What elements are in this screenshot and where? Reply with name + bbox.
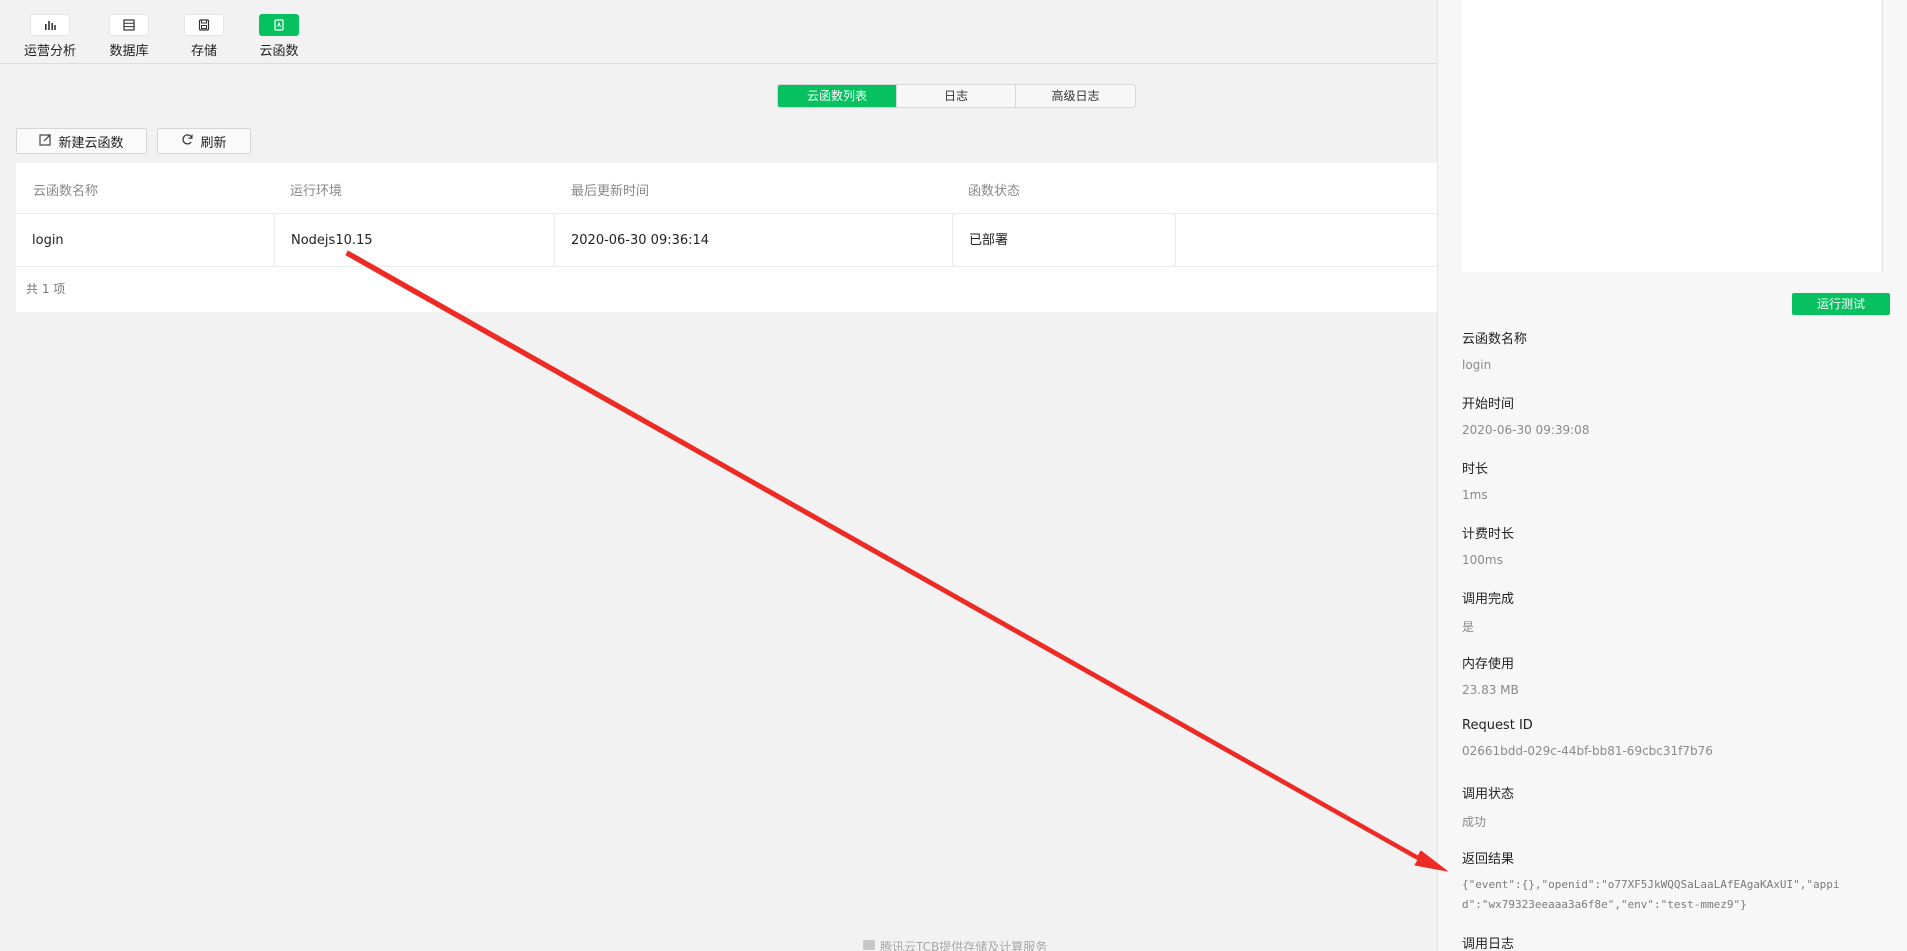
field-label: 开始时间: [1462, 397, 1515, 412]
field-value: 1ms: [1462, 488, 1488, 502]
updated-time-cell: 2020-06-30 09:36:14: [554, 214, 952, 267]
field-value: login: [1462, 358, 1492, 372]
field-label: 云函数名称: [1462, 332, 1528, 347]
toolbar-item-database[interactable]: 数据库: [96, 14, 162, 59]
view-tabs: 云函数列表 日志 高级日志: [777, 84, 1136, 108]
field-value: 2020-06-30 09:39:08: [1462, 423, 1590, 437]
table-header: 云函数名称 运行环境 最后更新时间 函数状态: [16, 163, 1437, 214]
field-value: 23.83 MB: [1462, 683, 1519, 697]
test-result-panel: 运行测试 云函数名称 login 开始时间 2020-06-30 09:39:0…: [1437, 0, 1907, 951]
field-label: 调用完成: [1462, 592, 1515, 607]
field-value: 成功: [1462, 815, 1487, 829]
result-field-completed: 调用完成 是: [1462, 588, 1514, 635]
field-label: 调用日志: [1462, 937, 1515, 951]
footer: 腾讯云TCB提供存储及计算服务: [862, 938, 1047, 951]
top-toolbar: 运营分析 数据库 存储 云函数: [0, 0, 1437, 64]
test-params-editor[interactable]: [1462, 0, 1881, 272]
function-name-cell[interactable]: login: [16, 214, 274, 267]
new-cloud-function-label: 新建云函数: [58, 135, 124, 151]
toolbar-item-analytics[interactable]: 运营分析: [17, 14, 83, 59]
refresh-icon: [181, 133, 194, 150]
field-value: 100ms: [1462, 553, 1503, 567]
column-header-name: 云函数名称: [33, 184, 99, 199]
result-field-request-id: Request ID 02661bdd-029c-44bf-bb81-69cbc…: [1462, 718, 1713, 758]
column-header-updated: 最后更新时间: [571, 184, 650, 199]
save-icon: [184, 14, 224, 36]
cloud-function-icon: [259, 14, 299, 36]
result-field-return-value: 返回结果 {"event":{},"openid":"o77XF5JkWQQSa…: [1462, 848, 1862, 915]
toolbar-item-label: 数据库: [109, 44, 149, 59]
tab-function-list[interactable]: 云函数列表: [778, 85, 897, 107]
cloud-logo-icon: [862, 939, 876, 951]
toolbar-item-label: 存储: [190, 44, 217, 59]
actions-cell: [1175, 214, 1437, 267]
bar-chart-icon: [30, 14, 70, 36]
runtime-cell: Nodejs10.15: [274, 214, 554, 267]
result-field-call-log: 调用日志: [1462, 933, 1514, 951]
field-label: Request ID: [1462, 718, 1533, 733]
status-cell: 已部署: [952, 214, 1175, 267]
footer-text: 腾讯云TCB提供存储及计算服务: [880, 940, 1048, 951]
field-label: 调用状态: [1462, 787, 1515, 802]
editor-scrollbar[interactable]: [1882, 0, 1890, 272]
field-label: 时长: [1462, 462, 1489, 477]
run-test-button[interactable]: 运行测试: [1792, 293, 1890, 315]
result-field-billed-duration: 计费时长 100ms: [1462, 523, 1514, 567]
field-value: 02661bdd-029c-44bf-bb81-69cbc31f7b76: [1462, 744, 1713, 758]
result-field-call-status: 调用状态 成功: [1462, 783, 1514, 830]
field-label: 计费时长: [1462, 527, 1515, 542]
result-field-name: 云函数名称 login: [1462, 328, 1527, 372]
refresh-label: 刷新: [200, 135, 227, 151]
table-total: 共 1 项: [26, 282, 66, 296]
column-header-runtime: 运行环境: [290, 184, 343, 199]
new-cloud-function-button[interactable]: 新建云函数: [16, 128, 147, 154]
table-row[interactable]: login Nodejs10.15 2020-06-30 09:36:14 已部…: [16, 214, 1437, 267]
field-label: 返回结果: [1462, 852, 1515, 867]
tab-logs[interactable]: 日志: [897, 85, 1016, 107]
cloud-function-table: 云函数名称 运行环境 最后更新时间 函数状态 login Nodejs10.15…: [16, 163, 1437, 312]
result-field-duration: 时长 1ms: [1462, 458, 1488, 502]
edit-icon: [39, 133, 52, 150]
return-value-json: {"event":{},"openid":"o77XF5JkWQQSaLaaLA…: [1462, 878, 1840, 911]
toolbar-item-label: 云函数: [259, 44, 299, 59]
toolbar-item-cloud-function[interactable]: 云函数: [246, 14, 312, 59]
field-label: 内存使用: [1462, 657, 1515, 672]
tab-advanced-logs[interactable]: 高级日志: [1016, 85, 1135, 107]
result-field-memory: 内存使用 23.83 MB: [1462, 653, 1519, 697]
refresh-button[interactable]: 刷新: [157, 128, 251, 154]
database-icon: [109, 14, 149, 36]
column-header-status: 函数状态: [968, 184, 1021, 199]
toolbar-item-label: 运营分析: [23, 44, 76, 59]
toolbar-item-storage[interactable]: 存储: [171, 14, 237, 59]
field-value: 是: [1462, 620, 1475, 634]
result-field-start-time: 开始时间 2020-06-30 09:39:08: [1462, 393, 1589, 437]
